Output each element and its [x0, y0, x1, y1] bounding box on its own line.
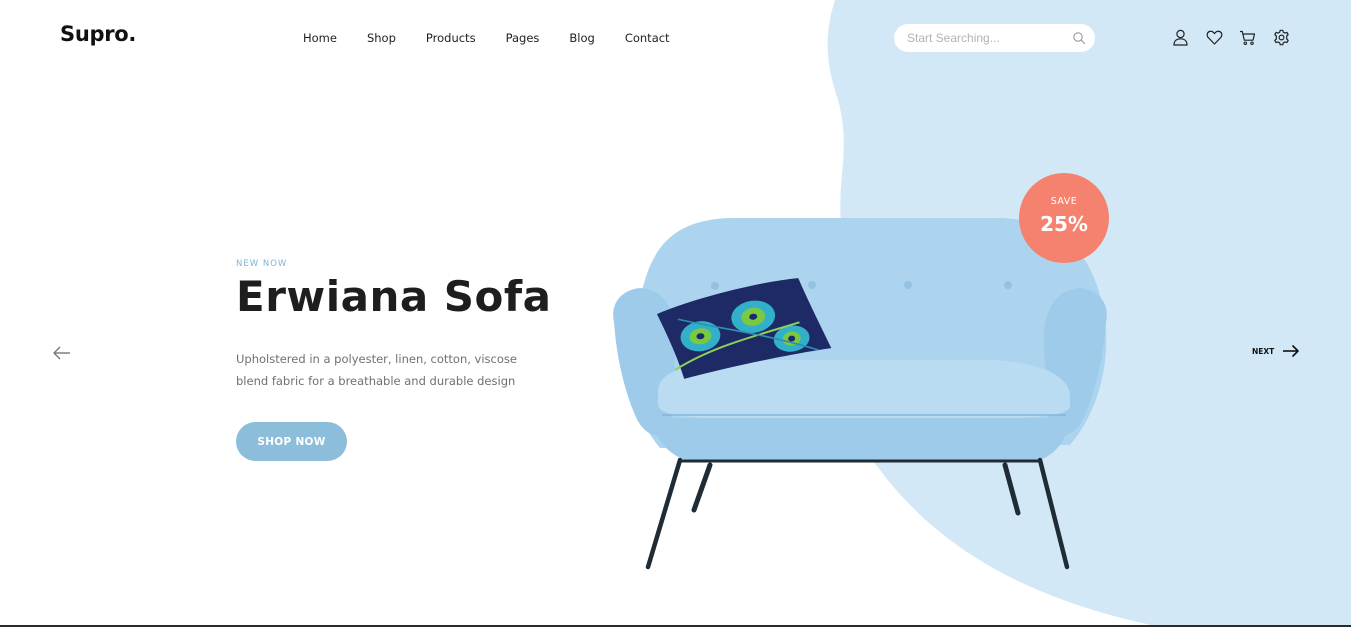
header-actions — [1171, 28, 1291, 47]
badge-label: SAVE — [1050, 196, 1078, 207]
cart-icon[interactable] — [1238, 28, 1257, 47]
hero-description: Upholstered in a polyester, linen, cotto… — [236, 352, 517, 388]
arrow-left-icon[interactable] — [52, 345, 72, 361]
search-icon[interactable] — [1072, 31, 1086, 45]
hero-title: Erwiana Sofa — [236, 272, 552, 321]
next-label: NEXT — [1252, 346, 1275, 356]
settings-gear-icon[interactable] — [1272, 28, 1291, 47]
nav-blog[interactable]: Blog — [569, 31, 594, 45]
arrow-right-icon — [1283, 344, 1300, 358]
product-image-sofa[interactable] — [600, 210, 1120, 580]
nav-products[interactable]: Products — [426, 31, 476, 45]
hero-page: Supro. Home Shop Products Pages Blog Con… — [0, 0, 1351, 627]
brand-logo[interactable]: Supro. — [60, 22, 136, 46]
badge-value: 25% — [1040, 212, 1088, 236]
nav-contact[interactable]: Contact — [625, 31, 670, 45]
search-box — [894, 24, 1095, 52]
heart-icon[interactable] — [1205, 28, 1224, 47]
save-badge: SAVE 25% — [1019, 173, 1109, 263]
nav-home[interactable]: Home — [303, 31, 337, 45]
shop-now-button[interactable]: SHOP NOW — [236, 422, 347, 461]
nav-shop[interactable]: Shop — [367, 31, 396, 45]
next-slide-button[interactable]: NEXT — [1252, 344, 1300, 358]
user-icon[interactable] — [1171, 28, 1190, 47]
main-nav: Home Shop Products Pages Blog Contact — [303, 31, 670, 45]
nav-pages[interactable]: Pages — [506, 31, 540, 45]
hero-kicker: NEW NOW — [236, 259, 288, 269]
search-input[interactable] — [907, 31, 1067, 45]
